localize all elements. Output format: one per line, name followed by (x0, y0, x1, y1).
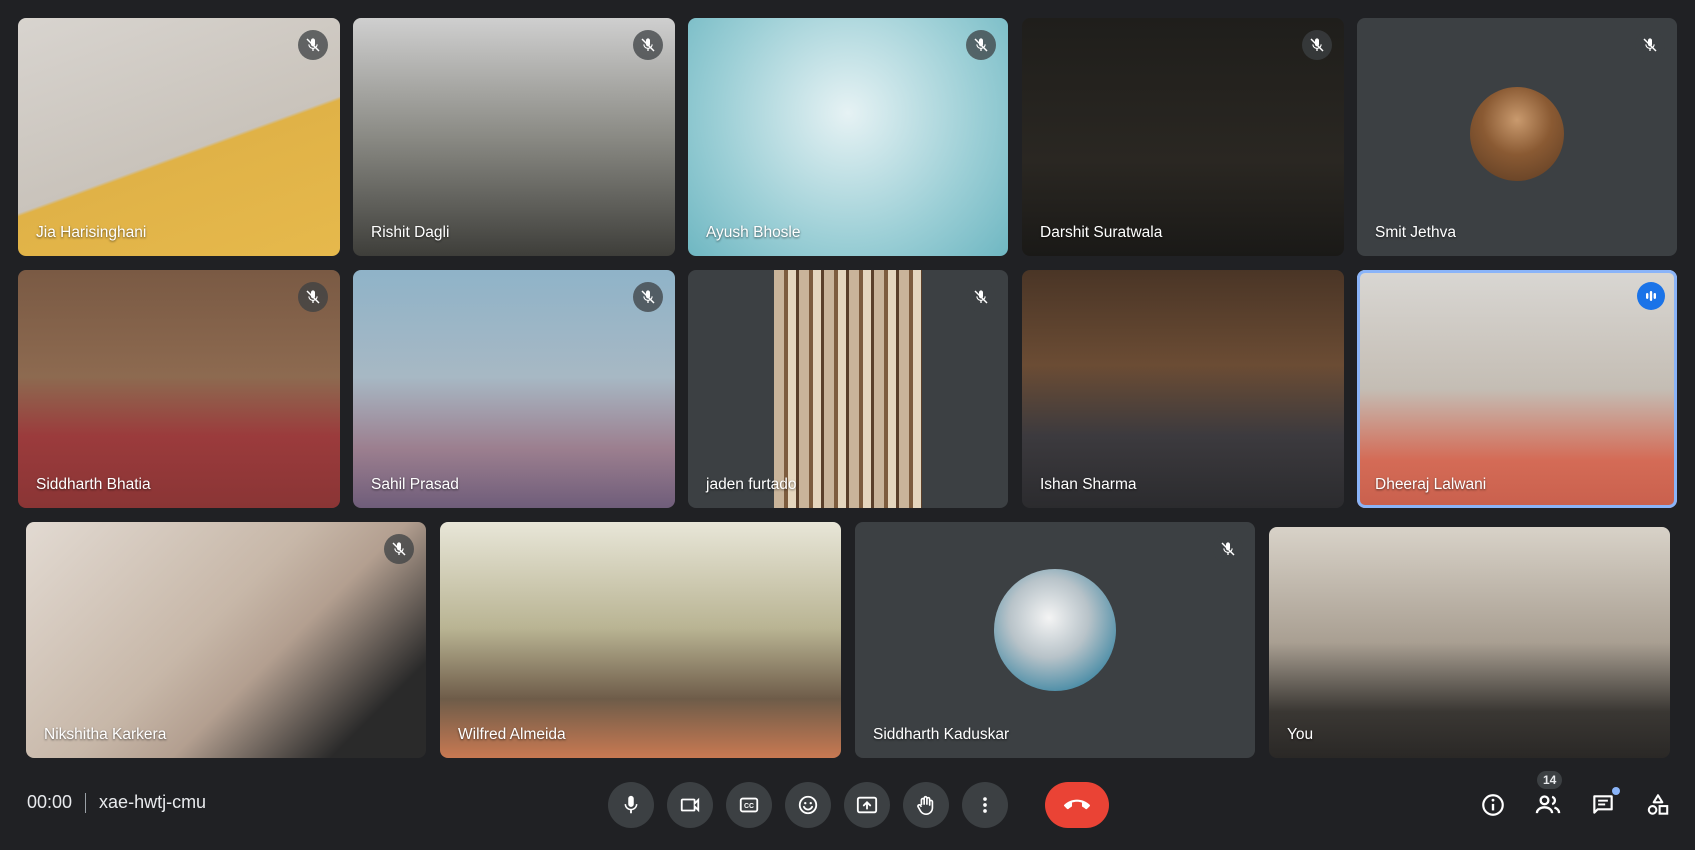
divider (85, 792, 87, 813)
video-grid: Jia Harisinghani Rishit Dagli Ayush Bhos… (0, 0, 1695, 760)
side-panel-controls: 14 (1461, 771, 1681, 828)
raise-hand-button[interactable] (903, 782, 949, 828)
participant-tile[interactable]: jaden furtado (688, 270, 1008, 508)
participant-tile[interactable]: Ayush Bhosle (688, 18, 1008, 256)
participant-tile[interactable]: Sahil Prasad (353, 270, 675, 508)
more-options-button[interactable] (962, 782, 1008, 828)
participant-name: Smit Jethva (1375, 224, 1456, 241)
participant-name: Siddharth Kaduskar (873, 726, 1010, 743)
people-button[interactable]: 14 (1525, 771, 1571, 828)
participant-name: Dheeraj Lalwani (1375, 476, 1487, 493)
microphone-icon (624, 795, 638, 814)
people-icon (1535, 795, 1561, 814)
mic-off-icon (1213, 534, 1243, 564)
participant-tile-active-speaker[interactable]: Dheeraj Lalwani (1357, 270, 1677, 508)
info-icon (1482, 794, 1504, 816)
participant-tile-self[interactable]: You (1269, 527, 1670, 758)
participant-tile[interactable]: Siddharth Kaduskar (855, 522, 1255, 758)
participant-tile[interactable]: Wilfred Almeida (440, 522, 841, 758)
emoji-icon (798, 795, 818, 815)
reactions-button[interactable] (785, 782, 831, 828)
participant-name: Wilfred Almeida (458, 726, 566, 743)
participant-tile[interactable]: Nikshitha Karkera (26, 522, 426, 758)
more-vert-icon (983, 797, 987, 813)
avatar (1470, 87, 1564, 181)
meeting-details-button[interactable] (1470, 782, 1516, 828)
hand-icon (917, 795, 934, 815)
bottom-toolbar: 00:00 xae-hwtj-cmu CC 14 (0, 760, 1695, 850)
closed-captions-icon: CC (739, 797, 759, 813)
mic-off-icon (384, 534, 414, 564)
svg-text:CC: CC (744, 803, 754, 810)
speaking-indicator-icon (1637, 282, 1665, 310)
mic-off-icon (298, 30, 328, 60)
present-to-all-icon (856, 796, 878, 814)
meeting-time: 00:00 (27, 792, 73, 812)
activities-button[interactable] (1635, 782, 1681, 828)
participant-tile[interactable]: Ishan Sharma (1022, 270, 1344, 508)
mic-off-icon (1635, 30, 1665, 60)
participant-name: Jia Harisinghani (36, 224, 147, 241)
mic-off-icon (1302, 30, 1332, 60)
meeting-details: 00:00 xae-hwtj-cmu (27, 792, 206, 813)
chat-icon (1593, 795, 1613, 814)
videocam-icon (680, 797, 700, 813)
participant-name: Ayush Bhosle (706, 224, 801, 241)
camera-button[interactable] (667, 782, 713, 828)
participant-name: Ishan Sharma (1040, 476, 1137, 493)
call-end-icon (1064, 799, 1090, 810)
participant-name: jaden furtado (706, 476, 797, 493)
microphone-button[interactable] (608, 782, 654, 828)
participant-tile[interactable]: Rishit Dagli (353, 18, 675, 256)
avatar (994, 569, 1116, 691)
participant-tile[interactable]: Smit Jethva (1357, 18, 1677, 256)
participant-name: Nikshitha Karkera (44, 726, 167, 743)
mic-off-icon (966, 30, 996, 60)
participant-name: Siddharth Bhatia (36, 476, 151, 493)
participant-tile[interactable]: Darshit Suratwala (1022, 18, 1344, 256)
participant-name: You (1287, 726, 1314, 743)
mic-off-icon (966, 282, 996, 312)
unread-dot (1612, 787, 1620, 795)
participant-name: Rishit Dagli (371, 224, 450, 241)
participant-tile[interactable]: Jia Harisinghani (18, 18, 340, 256)
leave-call-button[interactable] (1045, 782, 1109, 828)
participant-name: Darshit Suratwala (1040, 224, 1163, 241)
call-controls: CC (608, 782, 1109, 828)
captions-button[interactable]: CC (726, 782, 772, 828)
chat-button[interactable] (1580, 782, 1626, 828)
participant-tile[interactable]: Siddharth Bhatia (18, 270, 340, 508)
participant-name: Sahil Prasad (371, 476, 459, 493)
meeting-code: xae-hwtj-cmu (99, 792, 207, 812)
mic-off-icon (298, 282, 328, 312)
mic-off-icon (633, 282, 663, 312)
video-feed (774, 270, 922, 508)
mic-off-icon (633, 30, 663, 60)
participant-count-badge: 14 (1537, 771, 1563, 789)
shapes-icon (1647, 794, 1669, 815)
present-screen-button[interactable] (844, 782, 890, 828)
